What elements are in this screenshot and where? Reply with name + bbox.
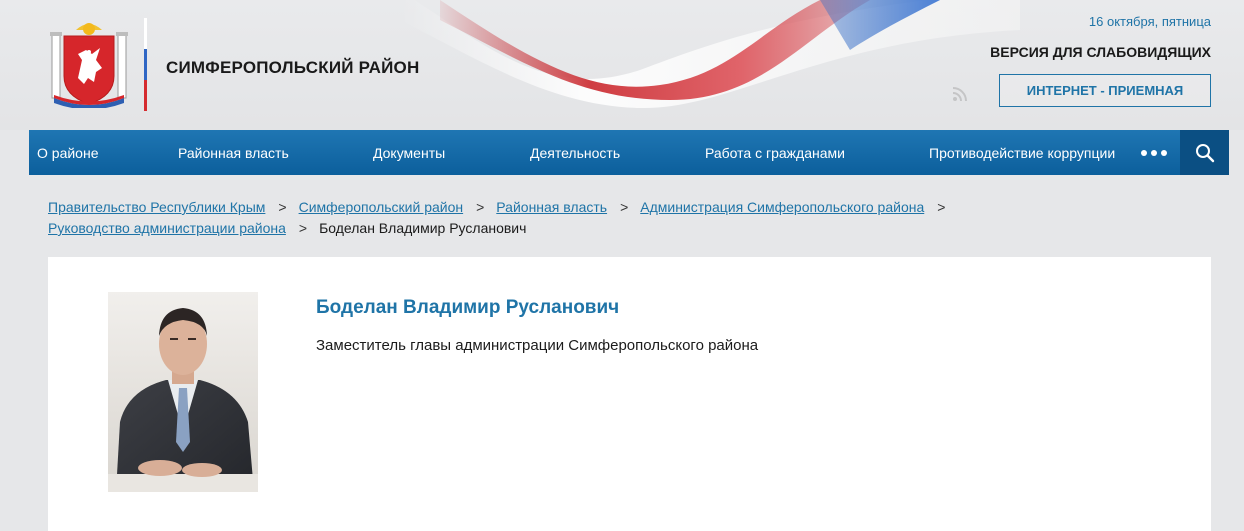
breadcrumb-current: Боделан Владимир Русланович bbox=[319, 220, 527, 236]
nav-item-activities[interactable]: Деятельность bbox=[530, 145, 620, 161]
internet-reception-button[interactable]: ИНТЕРНЕТ - ПРИЕМНАЯ bbox=[999, 74, 1211, 107]
flag-ribbon-decoration bbox=[400, 0, 1020, 109]
nav-item-citizens[interactable]: Работа с гражданами bbox=[705, 145, 845, 161]
site-header: СИМФЕРОПОЛЬСКИЙ РАЙОН 16 октября, пятниц… bbox=[0, 0, 1244, 130]
breadcrumb: Правительство Республики Крым > Симферопол… bbox=[48, 197, 1208, 239]
more-dots-icon[interactable] bbox=[1141, 150, 1167, 156]
nav-item-about[interactable]: О районе bbox=[37, 145, 98, 161]
person-name: Боделан Владимир Русланович bbox=[316, 297, 620, 318]
nav-item-documents[interactable]: Документы bbox=[373, 145, 445, 161]
person-photo bbox=[108, 292, 258, 492]
search-icon bbox=[1195, 143, 1214, 162]
breadcrumb-separator: > bbox=[298, 220, 308, 236]
nav-item-anti-corruption[interactable]: Противодействие коррупции bbox=[929, 145, 1115, 161]
person-position: Заместитель главы администрации Симфероп… bbox=[316, 337, 759, 354]
nav-item-district-government[interactable]: Районная власть bbox=[178, 145, 289, 161]
breadcrumb-separator: > bbox=[937, 199, 946, 215]
breadcrumb-link-district-administration[interactable]: Администрация Симферопольского района bbox=[640, 199, 924, 215]
site-title[interactable]: СИМФЕРОПОЛЬСКИЙ РАЙОН bbox=[166, 58, 419, 78]
breadcrumb-separator: > bbox=[476, 199, 485, 215]
logo-divider bbox=[144, 18, 147, 111]
breadcrumb-link-district-government[interactable]: Районная власть bbox=[496, 199, 607, 215]
breadcrumb-link-administration-leadership[interactable]: Руководство администрации района bbox=[48, 220, 286, 236]
current-date: 16 октября, пятница bbox=[1088, 14, 1211, 29]
breadcrumb-separator: > bbox=[278, 199, 287, 215]
main-navigation: О районе Районная власть Документы Деяте… bbox=[29, 130, 1229, 175]
breadcrumb-link-simferopol-district[interactable]: Симферопольский район bbox=[299, 199, 464, 215]
rss-icon[interactable] bbox=[952, 86, 968, 102]
accessibility-version-link[interactable]: ВЕРСИЯ ДЛЯ СЛАБОВИДЯЩИХ bbox=[990, 44, 1211, 60]
breadcrumb-separator: > bbox=[620, 199, 629, 215]
breadcrumb-link-crimea-government[interactable]: Правительство Республики Крым bbox=[48, 199, 265, 215]
search-button[interactable] bbox=[1180, 130, 1229, 175]
person-card: Боделан Владимир Русланович Заместитель … bbox=[48, 257, 1211, 531]
crimea-coat-of-arms-icon[interactable] bbox=[48, 20, 130, 108]
